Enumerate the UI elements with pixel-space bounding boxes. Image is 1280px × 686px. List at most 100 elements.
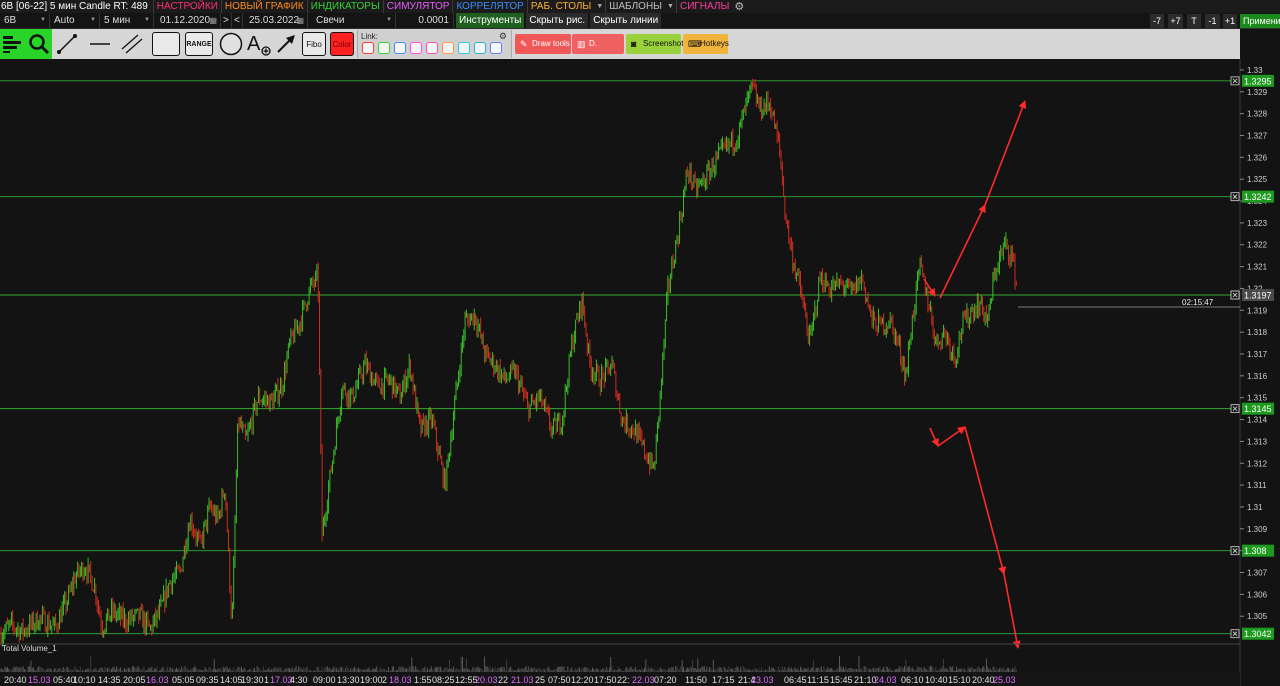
- nav-back-label: <: [234, 15, 240, 26]
- price-tick-label: 1.318: [1247, 328, 1268, 337]
- gear-icon[interactable]: ⚙: [732, 0, 746, 13]
- arrow-tool-icon[interactable]: [274, 31, 298, 57]
- hotkeys-button[interactable]: ⌨ Hotkeys: [683, 34, 729, 54]
- menu-templates[interactable]: ШАБЛОНЫ: [605, 0, 665, 13]
- instruments-button[interactable]: Инструменты: [456, 13, 525, 28]
- time-axis-label: 25.03: [993, 675, 1016, 685]
- shift-minus-7-button[interactable]: -7: [1150, 14, 1164, 28]
- menu-indicators[interactable]: ИНДИКАТОРЫ: [306, 0, 383, 13]
- nav-back-button[interactable]: <: [232, 13, 243, 28]
- menu-new-chart[interactable]: НОВЫЙ ГРАФИК: [220, 0, 307, 13]
- shift-plus-1-button[interactable]: +1: [1223, 14, 1237, 28]
- time-axis-label: 1: [264, 675, 269, 685]
- draw-tools-button[interactable]: ✎ Draw tools: [515, 34, 571, 54]
- time-axis-label: 20:40: [972, 675, 995, 685]
- rectangle-tool-icon[interactable]: [152, 32, 180, 56]
- hide-drawings-button[interactable]: Скрыть рис.: [526, 13, 589, 28]
- price-tick-label: 1.323: [1247, 219, 1268, 228]
- range-tool-button[interactable]: RANGE: [185, 32, 213, 56]
- price-tick-label: 1.327: [1247, 131, 1268, 140]
- chevron-down-icon: ▼: [40, 17, 46, 23]
- time-axis-label: 20:05: [123, 675, 146, 685]
- shift-minus-1-button[interactable]: -1: [1205, 14, 1220, 28]
- link-color-indigo[interactable]: [490, 42, 502, 54]
- trendline-tool-icon[interactable]: [55, 31, 79, 57]
- link-color-orange[interactable]: [442, 42, 454, 54]
- time-axis-label: 05:05: [172, 675, 195, 685]
- apply-button[interactable]: Применить: [1240, 14, 1280, 28]
- circle-tool-icon[interactable]: [219, 31, 243, 57]
- symbol-value: 6B: [4, 15, 17, 26]
- calendar-icon[interactable]: ▦: [296, 13, 304, 28]
- time-axis-label: 11:15: [807, 675, 829, 685]
- scale-mode-value: Auto: [54, 15, 75, 26]
- scale-mode-select[interactable]: Auto ▼: [50, 13, 100, 28]
- horizontal-line-tool-icon[interactable]: [88, 31, 112, 57]
- chevron-down-icon: ▼: [90, 17, 96, 23]
- date-from-value: 01.12.2020: [160, 15, 211, 26]
- pencil-icon: ✎: [520, 39, 528, 49]
- price-tick-label: 1.33: [1247, 66, 1263, 75]
- settings-small-gear-icon[interactable]: ⚙: [499, 31, 507, 42]
- text-tool-icon[interactable]: A: [246, 31, 272, 57]
- time-axis-label: 17:15: [712, 675, 735, 685]
- search-icon[interactable]: [27, 31, 51, 57]
- chart-area[interactable]: 1.331.3291.3281.3271.3261.3251.3241.3231…: [0, 59, 1280, 686]
- calendar-icon[interactable]: ▦: [209, 13, 217, 28]
- menu-signals[interactable]: СИГНАЛЫ: [675, 0, 732, 13]
- fibo-tool-label: Fibo: [306, 39, 322, 49]
- camera-icon: ◙: [631, 39, 637, 49]
- profile-icon: ▥: [577, 39, 586, 49]
- color-picker-button[interactable]: Color: [330, 32, 354, 56]
- time-axis-label: 16.03: [146, 675, 169, 685]
- link-color-red[interactable]: [362, 42, 374, 54]
- price-tick-label: 1.322: [1247, 241, 1268, 250]
- chart-type-select[interactable]: Свечи ▼: [308, 13, 396, 28]
- link-color-green[interactable]: [378, 42, 390, 54]
- link-group: Link: ⚙: [357, 30, 512, 58]
- menu-correlator[interactable]: КОРРЕЛЯТОР: [452, 0, 526, 13]
- workspaces-dropdown-icon[interactable]: ▼: [594, 3, 605, 10]
- time-axis-label: 1:55: [414, 675, 432, 685]
- link-color-blue[interactable]: [394, 42, 406, 54]
- menu-settings[interactable]: НАСТРОЙКИ: [152, 0, 221, 13]
- price-tick-label: 1.307: [1247, 569, 1268, 578]
- today-button[interactable]: T: [1187, 14, 1201, 28]
- trading-app: 6B [06-22] 5 мин Candle RT: 489 НАСТРОЙК…: [0, 0, 1280, 686]
- time-axis-labels: 20:40 15.03 05:4010:10 14:35 20:05 16.03 05:05…: [0, 672, 1240, 686]
- price-tick-label: 1.325: [1247, 175, 1268, 184]
- price-chart[interactable]: 1.331.3291.3281.3271.3261.3251.3241.3231…: [0, 59, 1280, 686]
- level-price-label: 1.308: [1244, 546, 1267, 556]
- price-tick-label: 1.31: [1247, 503, 1263, 512]
- time-axis-label: 08:25: [432, 675, 455, 685]
- tick-size-field[interactable]: 0.0001: [396, 13, 454, 28]
- link-color-magenta[interactable]: [410, 42, 422, 54]
- menu-workspaces[interactable]: РАБ. СТОЛЫ: [526, 0, 594, 13]
- templates-dropdown-icon[interactable]: ▼: [665, 3, 676, 10]
- link-color-teal[interactable]: [474, 42, 486, 54]
- link-color-pink[interactable]: [426, 42, 438, 54]
- timeframe-select[interactable]: 5 мин ▼: [100, 13, 154, 28]
- shift-plus-7-button[interactable]: +7: [1168, 14, 1183, 28]
- profiles-button[interactable]: ▥D. profiles: [572, 34, 624, 68]
- timeframe-value: 5 мин: [104, 15, 131, 26]
- symbol-select[interactable]: 6B ▼: [0, 13, 50, 28]
- time-axis-label: 14:05: [220, 675, 243, 685]
- hotkeys-label: Hotkeys: [700, 39, 729, 48]
- link-color-cyan[interactable]: [458, 42, 470, 54]
- nav-forward-button[interactable]: >: [221, 13, 232, 28]
- menu-simulator[interactable]: СИМУЛЯТОР: [382, 0, 453, 13]
- hide-lines-button[interactable]: Скрыть линии: [590, 13, 662, 28]
- date-to-field[interactable]: 25.03.2022 ▦: [243, 13, 308, 28]
- screenshot-button[interactable]: ◙ Screenshot: [626, 34, 683, 54]
- volume-profile-icon[interactable]: [1, 31, 25, 57]
- channel-tool-icon[interactable]: [119, 31, 145, 57]
- price-tick-label: 1.321: [1247, 263, 1268, 272]
- price-tick-label: 1.316: [1247, 372, 1268, 381]
- fibo-tool-button[interactable]: Fibo: [302, 32, 326, 56]
- time-axis-label: 23.03: [751, 675, 774, 685]
- current-price-label: 1.3197: [1244, 291, 1272, 301]
- date-from-field[interactable]: 01.12.2020 ▦: [154, 13, 221, 28]
- level-price-label: 1.3242: [1244, 192, 1272, 202]
- time-axis-label: 22.03: [632, 675, 655, 685]
